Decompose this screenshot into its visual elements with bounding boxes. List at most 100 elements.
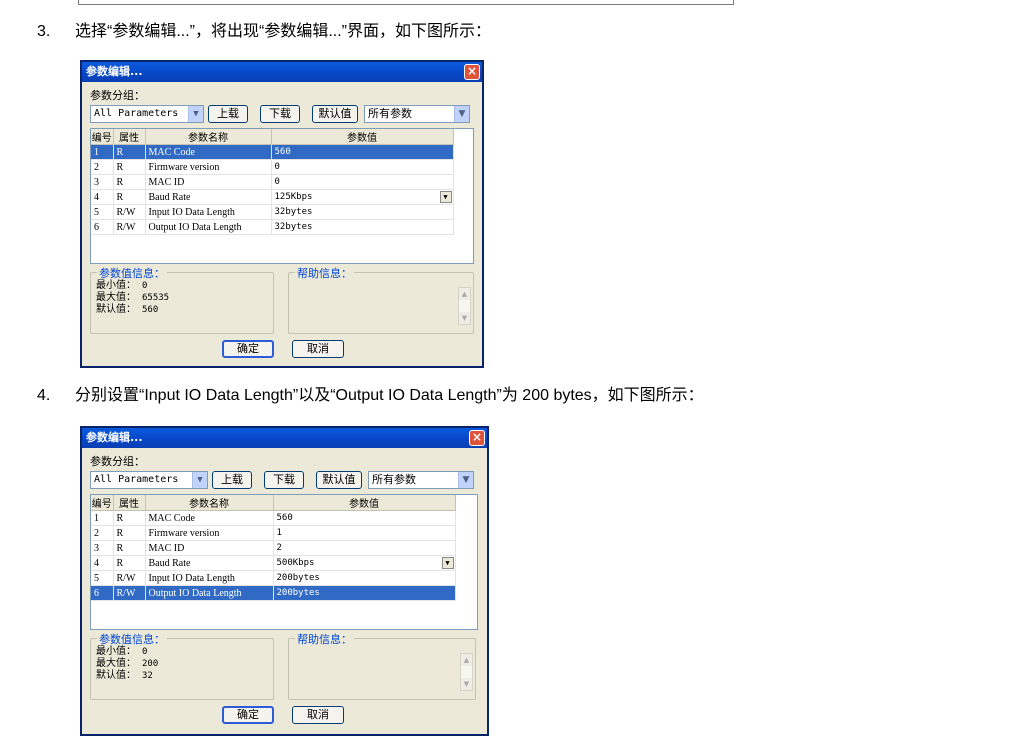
filter-select[interactable]: 所有参数 ▼ xyxy=(364,105,470,123)
column-header-name[interactable]: 参数名称 xyxy=(145,495,274,511)
chevron-down-icon[interactable]: ▼ xyxy=(441,557,454,569)
upload-button[interactable]: 上载 xyxy=(208,105,248,123)
cell-name: Baud Rate xyxy=(145,555,274,571)
table-row[interactable]: 4 R Baud Rate 500Kbps ▼ xyxy=(91,555,456,571)
scroll-up-icon[interactable]: ▲ xyxy=(459,288,470,300)
chevron-down-icon[interactable]: ▼ xyxy=(458,472,473,488)
column-header-value[interactable]: 参数值 xyxy=(273,495,456,511)
table-row[interactable]: 2 R Firmware version 1 xyxy=(91,525,456,541)
help-info-caption: 帮助信息： xyxy=(295,631,354,647)
cancel-button[interactable]: 取消 xyxy=(292,706,344,724)
max-label: 最大值： xyxy=(96,292,136,303)
cancel-button[interactable]: 取消 xyxy=(292,340,344,358)
download-button[interactable]: 下载 xyxy=(264,471,304,489)
cell-id: 4 xyxy=(91,555,114,571)
step-description: 分别设置“Input IO Data Length”以及“Output IO D… xyxy=(75,387,704,404)
scroll-down-icon[interactable]: ▼ xyxy=(461,678,472,690)
column-header-id[interactable]: 编号 xyxy=(91,129,114,145)
column-header-name[interactable]: 参数名称 xyxy=(145,129,272,145)
close-icon[interactable]: × xyxy=(464,64,480,80)
baud-rate-dropdown[interactable]: 125Kbps ▼ xyxy=(271,189,454,205)
table-row[interactable]: 5 R/W Input IO Data Length 200bytes xyxy=(91,570,456,586)
cell-name: Firmware version xyxy=(145,159,272,175)
cell-name: Firmware version xyxy=(145,525,274,541)
column-header-attr[interactable]: 属性 xyxy=(113,129,146,145)
param-table: 编号 属性 参数名称 参数值 1 R MAC Code 560 2 R Firm… xyxy=(90,494,478,630)
help-scrollbar[interactable]: ▲ ▼ xyxy=(458,287,471,325)
close-icon[interactable]: × xyxy=(469,430,485,446)
cell-attr: R xyxy=(113,189,146,205)
scroll-down-icon[interactable]: ▼ xyxy=(459,312,470,324)
ok-button[interactable]: 确定 xyxy=(222,340,274,358)
table-row[interactable]: 6 R/W Output IO Data Length 32bytes xyxy=(91,219,454,235)
cell-attr: R xyxy=(113,510,146,526)
param-info-caption: 参数值信息： xyxy=(97,631,167,647)
cell-value[interactable]: 32bytes xyxy=(271,204,454,220)
cell-attr: R/W xyxy=(113,219,146,235)
cell-value[interactable]: 1 xyxy=(273,525,456,541)
filter-value: 所有参数 xyxy=(368,107,412,120)
dialog-title: 参数编辑... xyxy=(86,65,143,78)
default-value-button[interactable]: 默认值 xyxy=(312,105,358,123)
cell-value[interactable]: 0 xyxy=(271,174,454,190)
cell-attr: R xyxy=(113,144,146,160)
table-row[interactable]: 5 R/W Input IO Data Length 32bytes xyxy=(91,204,454,220)
cell-id: 1 xyxy=(91,510,114,526)
max-value: 200 xyxy=(142,659,159,669)
cell-value[interactable]: 560 xyxy=(273,510,456,526)
table-row[interactable]: 1 R MAC Code 560 xyxy=(91,510,456,526)
param-group-select[interactable]: All Parameters ▼ xyxy=(90,471,208,489)
cell-id: 1 xyxy=(91,144,114,160)
table-row[interactable]: 6 R/W Output IO Data Length 200bytes xyxy=(91,585,456,601)
table-row[interactable]: 2 R Firmware version 0 xyxy=(91,159,454,175)
column-header-attr[interactable]: 属性 xyxy=(113,495,146,511)
ok-button[interactable]: 确定 xyxy=(222,706,274,724)
param-info-group: 参数值信息： 最小值： 0 最大值： 200 默认值： 32 xyxy=(90,631,274,700)
dialog-title: 参数编辑... xyxy=(86,431,143,444)
filter-select[interactable]: 所有参数 ▼ xyxy=(368,471,474,489)
download-button[interactable]: 下载 xyxy=(260,105,300,123)
cell-name: MAC Code xyxy=(145,144,272,160)
baud-rate-dropdown[interactable]: 500Kbps ▼ xyxy=(273,555,456,571)
table-row[interactable]: 4 R Baud Rate 125Kbps ▼ xyxy=(91,189,454,205)
cell-id: 3 xyxy=(91,540,114,556)
scroll-up-icon[interactable]: ▲ xyxy=(461,654,472,666)
toolbar: All Parameters ▼ 上载 下载 默认值 所有参数 ▼ xyxy=(90,471,474,489)
table-row[interactable]: 1 R MAC Code 560 xyxy=(91,144,454,160)
help-info-caption: 帮助信息： xyxy=(295,265,354,281)
table-row[interactable]: 3 R MAC ID 2 xyxy=(91,540,456,556)
chevron-down-icon[interactable]: ▼ xyxy=(454,106,469,122)
cell-attr: R xyxy=(113,525,146,541)
upload-button[interactable]: 上载 xyxy=(212,471,252,489)
cell-value[interactable]: 200bytes xyxy=(273,585,456,601)
column-header-value[interactable]: 参数值 xyxy=(271,129,454,145)
default-label: 默认值： xyxy=(96,304,136,315)
cell-id: 2 xyxy=(91,159,114,175)
chevron-down-icon[interactable]: ▼ xyxy=(439,191,452,203)
cell-value[interactable]: 2 xyxy=(273,540,456,556)
cell-name: MAC ID xyxy=(145,540,274,556)
min-value: 0 xyxy=(142,281,148,291)
cell-attr: R xyxy=(113,159,146,175)
cell-id: 5 xyxy=(91,204,114,220)
cell-attr: R/W xyxy=(113,204,146,220)
default-value-button[interactable]: 默认值 xyxy=(316,471,362,489)
chevron-down-icon[interactable]: ▼ xyxy=(192,472,207,488)
toolbar: All Parameters ▼ 上载 下载 默认值 所有参数 ▼ xyxy=(90,105,474,123)
param-group-label: 参数分组： xyxy=(90,455,145,468)
min-value: 0 xyxy=(142,647,148,657)
cell-value[interactable]: 32bytes xyxy=(271,219,454,235)
cell-id: 3 xyxy=(91,174,114,190)
cell-id: 6 xyxy=(91,219,114,235)
column-header-id[interactable]: 编号 xyxy=(91,495,114,511)
cell-value[interactable]: 0 xyxy=(271,159,454,175)
cell-value[interactable]: 560 xyxy=(271,144,454,160)
param-group-select[interactable]: All Parameters ▼ xyxy=(90,105,204,123)
param-edit-dialog-1: 参数编辑... × 参数分组： All Parameters ▼ 上载 下载 默… xyxy=(80,60,484,368)
cell-value[interactable]: 200bytes xyxy=(273,570,456,586)
table-row[interactable]: 3 R MAC ID 0 xyxy=(91,174,454,190)
cell-attr: R/W xyxy=(113,570,146,586)
help-scrollbar[interactable]: ▲ ▼ xyxy=(460,653,473,691)
chevron-down-icon[interactable]: ▼ xyxy=(188,106,203,122)
default-value: 560 xyxy=(142,305,159,315)
